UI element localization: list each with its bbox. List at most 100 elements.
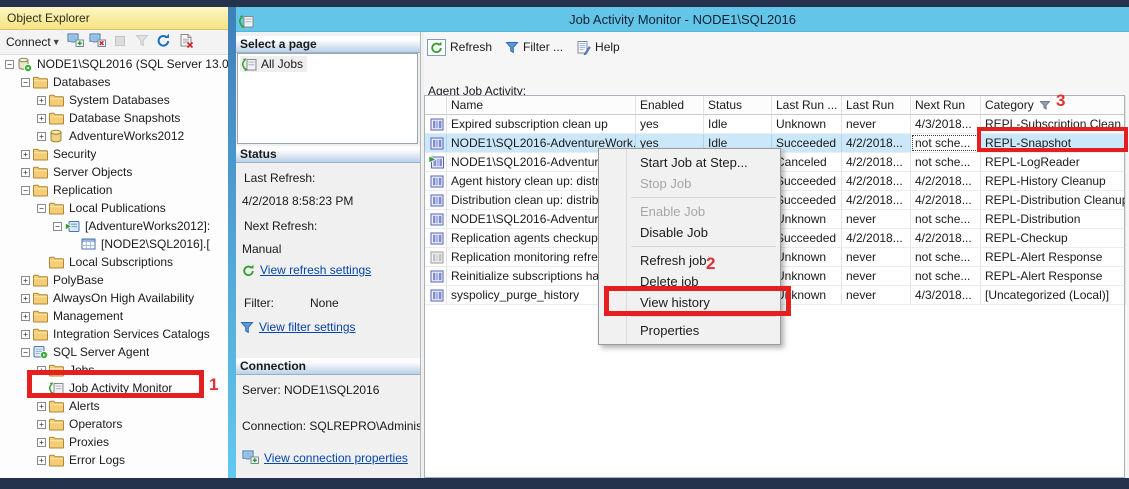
toolbar-button-label: Filter ... xyxy=(523,40,564,54)
disconnect-button[interactable] xyxy=(89,33,107,51)
menu-item-start-job-at-step[interactable]: Start Job at Step... xyxy=(600,152,779,173)
menu-item-delete-job[interactable]: Delete job xyxy=(600,271,779,292)
tree-item-integration-services-catalogs[interactable]: + Integration Services Catalogs xyxy=(0,325,228,343)
tree-item-label: Error Logs xyxy=(69,453,126,467)
tree-item-replication[interactable]: − Replication xyxy=(0,181,228,199)
column-header-label: Last Run xyxy=(846,98,895,112)
tree-item-security[interactable]: + Security xyxy=(0,145,228,163)
expander-plus-icon[interactable]: + xyxy=(37,131,46,141)
menu-item-disable-job[interactable]: Disable Job xyxy=(600,222,779,243)
tree-item-server-objects[interactable]: + Server Objects xyxy=(0,163,228,181)
connection-account: Connection: SQLREPRO\Administra xyxy=(242,419,420,433)
stop-button xyxy=(111,34,129,51)
expander-minus-icon[interactable]: − xyxy=(37,203,46,213)
job-icon xyxy=(425,229,447,247)
tree-item-local-subscriptions[interactable]: Local Subscriptions xyxy=(0,253,228,271)
tree-item-databases[interactable]: − Databases xyxy=(0,73,228,91)
cell-category: REPL-Distribution Cleanup xyxy=(981,191,1126,209)
expander-plus-icon[interactable]: + xyxy=(21,167,30,177)
expander-plus-icon[interactable]: + xyxy=(21,149,30,159)
column-header-next-run[interactable]: Next Run xyxy=(911,96,981,114)
tree-item-node2-sql2016[interactable]: [NODE2\SQL2016].[ xyxy=(0,235,228,253)
tree-item-proxies[interactable]: + Proxies xyxy=(0,433,228,451)
tree-item-adventureworks2012[interactable]: − [AdventureWorks2012]: xyxy=(0,217,228,235)
folder-icon xyxy=(49,255,65,270)
filter-applied-icon[interactable] xyxy=(1039,99,1051,113)
help-button[interactable]: Help xyxy=(576,40,620,55)
expander-minus-icon[interactable]: − xyxy=(21,185,30,195)
expander-plus-icon[interactable]: + xyxy=(37,419,46,429)
tree-item-sql-server-agent[interactable]: − SQL Server Agent xyxy=(0,343,228,361)
refresh-blue-button[interactable] xyxy=(155,33,173,51)
tree-item-alerts[interactable]: + Alerts xyxy=(0,397,228,415)
dialog-left-border xyxy=(228,7,236,478)
view-connection-properties-link[interactable]: View connection properties xyxy=(242,450,408,465)
view-filter-settings-link[interactable]: View filter settings xyxy=(240,320,356,334)
connect-button-label: Connect xyxy=(6,35,51,49)
expander-plus-icon[interactable]: + xyxy=(37,401,46,411)
tree-item-local-publications[interactable]: − Local Publications xyxy=(0,199,228,217)
page-item-all-jobs[interactable]: All Jobs xyxy=(240,56,308,72)
filter-button[interactable]: Filter ... xyxy=(505,40,563,54)
last-refresh-label: Last Refresh: xyxy=(244,171,316,185)
column-header-last-run[interactable]: Last Run ... xyxy=(772,96,842,114)
tree-item-job-activity-monitor[interactable]: Job Activity Monitor xyxy=(0,379,228,397)
column-header-name[interactable]: Name xyxy=(447,96,636,114)
column-header-last-run[interactable]: Last Run xyxy=(842,96,911,114)
menu-item-properties[interactable]: Properties xyxy=(600,320,779,341)
expander-plus-icon[interactable]: + xyxy=(37,455,46,465)
menu-item-refresh-job[interactable]: Refresh job xyxy=(600,250,779,271)
expander-plus-icon[interactable]: + xyxy=(21,275,30,285)
menu-item-view-history[interactable]: View history xyxy=(600,292,779,313)
expander-plus-icon[interactable]: + xyxy=(37,365,46,375)
connect-button[interactable]: Connect ▼ xyxy=(6,35,61,49)
expander-minus-icon[interactable]: − xyxy=(21,347,30,357)
tree-item-jobs[interactable]: + Jobs xyxy=(0,361,228,379)
tree-item-node1-sql2016-sql-server-13-0-1[interactable]: − NODE1\SQL2016 (SQL Server 13.0.1 xyxy=(0,55,228,73)
expander-plus-icon[interactable]: + xyxy=(37,113,46,123)
expander-plus-icon[interactable]: + xyxy=(37,437,46,447)
cell-category: REPL-Checkup xyxy=(981,229,1126,247)
tree-item-system-databases[interactable]: + System Databases xyxy=(0,91,228,109)
tree-item-database-snapshots[interactable]: + Database Snapshots xyxy=(0,109,228,127)
object-explorer-panel: Object Explorer Connect ▼ − NODE1\SQL2016… xyxy=(0,7,228,478)
object-explorer-tree: − NODE1\SQL2016 (SQL Server 13.0.1− Databa… xyxy=(0,55,228,478)
tree-item-label: Management xyxy=(53,309,124,323)
cell-category: REPL-History Cleanup xyxy=(981,172,1126,190)
database-icon xyxy=(49,129,65,144)
connect-button[interactable] xyxy=(67,33,85,51)
column-header-status[interactable]: Status xyxy=(704,96,772,114)
expander-minus-icon[interactable]: − xyxy=(21,77,30,87)
server-icon xyxy=(17,57,33,72)
tree-item-error-logs[interactable]: + Error Logs xyxy=(0,451,228,469)
expander-plus-icon[interactable]: + xyxy=(21,311,30,321)
tree-item-label: System Databases xyxy=(69,93,170,107)
tree-item-label: AdventureWorks2012 xyxy=(69,129,185,143)
expander-minus-icon[interactable]: − xyxy=(53,221,62,231)
menu-separator xyxy=(631,197,776,198)
column-header-category[interactable]: Category xyxy=(981,96,1126,114)
expander-plus-icon[interactable]: + xyxy=(37,95,46,105)
script-error-button[interactable] xyxy=(177,34,195,51)
expander-minus-icon[interactable]: − xyxy=(5,59,14,69)
cell-last_run_outcome: Canceled xyxy=(772,153,842,171)
tree-item-polybase[interactable]: + PolyBase xyxy=(0,271,228,289)
expander-plus-icon[interactable]: + xyxy=(21,329,30,339)
job-icon xyxy=(425,172,447,190)
tree-item-operators[interactable]: + Operators xyxy=(0,415,228,433)
folder-icon xyxy=(49,453,65,468)
grid-header-icon-cell[interactable] xyxy=(425,96,447,114)
view-refresh-settings-link[interactable]: View refresh settings xyxy=(242,263,371,277)
column-header-enabled[interactable]: Enabled xyxy=(636,96,704,114)
tree-item-adventureworks2012[interactable]: + AdventureWorks2012 xyxy=(0,127,228,145)
cell-last_run_outcome: Unknown xyxy=(772,286,842,304)
job-row-expired-subscription-clean-up[interactable]: Expired subscription clean up yes Idle Unkn… xyxy=(425,115,1126,134)
folder-icon xyxy=(33,147,49,162)
tree-item-alwayson-high-availability[interactable]: + AlwaysOn High Availability xyxy=(0,289,228,307)
folder-icon xyxy=(49,111,65,126)
tree-item-management[interactable]: + Management xyxy=(0,307,228,325)
refresh-button[interactable]: Refresh xyxy=(427,38,492,56)
expander-plus-icon[interactable]: + xyxy=(21,293,30,303)
tree-item-label: Alerts xyxy=(69,399,100,413)
cell-last_run_outcome: Succeeded xyxy=(772,172,842,190)
